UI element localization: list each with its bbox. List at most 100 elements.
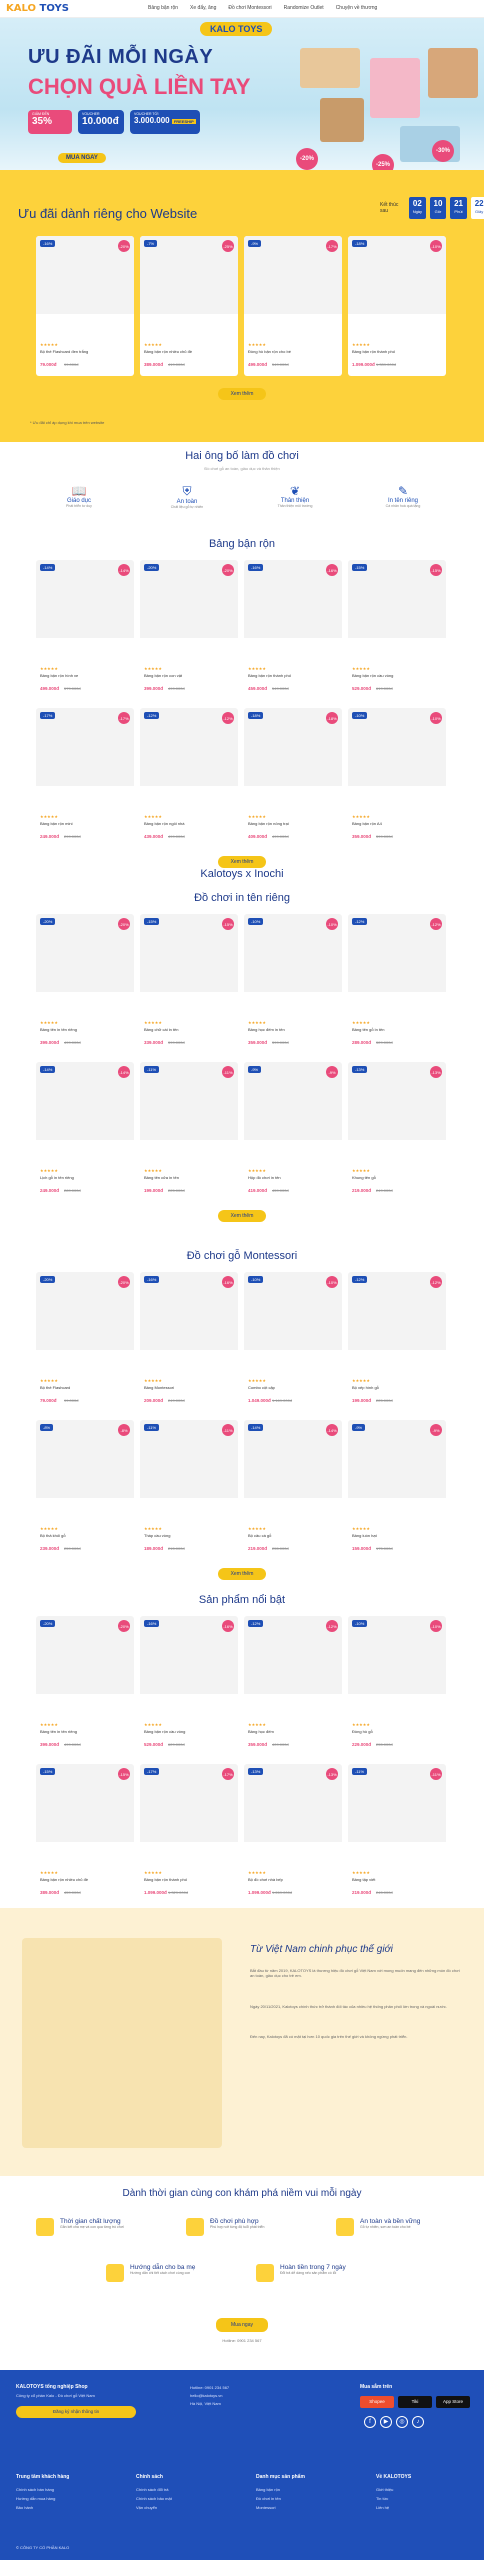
- hero-banner[interactable]: KALO TOYS ƯU ĐÃI MỖI NGÀY CHỌN QUÀ LIỀN …: [0, 18, 484, 170]
- product-card[interactable]: -7% -25% ★★★★★ Bảng bận rộn nhiều chủ đề 389…: [140, 236, 238, 376]
- see-more-button[interactable]: Xem thêm: [218, 856, 266, 868]
- youtube-icon[interactable]: ▶: [380, 2416, 392, 2428]
- product-card[interactable]: -11% -11% ★★★★★ Tháp cầu vồng 189.000đ 215.00…: [140, 1420, 238, 1560]
- product-card[interactable]: -11% -11% ★★★★★ Bảng tập viết 219.000đ 245.00…: [348, 1764, 446, 1904]
- product-name[interactable]: Bảng học đếm in tên: [248, 1027, 338, 1032]
- product-card[interactable]: -16% -16% ★★★★★ Bảng bận rộn thành phố 459.0…: [244, 560, 342, 700]
- product-name[interactable]: Bảng bận rộn hình xe: [40, 673, 130, 678]
- app-badge[interactable]: Tiki: [398, 2396, 432, 2408]
- product-name[interactable]: Hộp đồ chơi in tên: [248, 1175, 338, 1180]
- product-name[interactable]: Bộ câu cá gỗ: [248, 1533, 338, 1538]
- app-badge[interactable]: App Store: [436, 2396, 470, 2408]
- product-card[interactable]: -20% -20% ★★★★★ Bảng tên in tên riêng 399.00…: [36, 914, 134, 1054]
- instagram-icon[interactable]: ◎: [396, 2416, 408, 2428]
- product-card[interactable]: -10% -10% ★★★★★ Bảng học đếm in tên 359.000đ…: [244, 914, 342, 1054]
- product-name[interactable]: Bộ thẻ Flashcard đen trắng: [40, 349, 130, 354]
- register-button[interactable]: Đăng ký nhận thông tin: [16, 2406, 136, 2418]
- product-card[interactable]: -16% -16% ★★★★★ Bảng Montessori 209.000đ 249.…: [140, 1272, 238, 1412]
- product-name[interactable]: Bảng tập viết: [352, 1877, 442, 1882]
- nav-item[interactable]: Bảng bận rộn: [148, 5, 178, 11]
- product-name[interactable]: Bảng chữ cái in tên: [144, 1027, 234, 1032]
- product-card[interactable]: -15% -15% ★★★★★ Bảng bận rộn cầu vồng 529.00…: [348, 560, 446, 700]
- product-card[interactable]: -9% -17% ★★★★★ Đồng hồ bận rộn cho bé 499.00…: [244, 236, 342, 376]
- nav-item[interactable]: Đồ chơi Montessori: [228, 5, 271, 11]
- footer-link[interactable]: Tin tức: [376, 2495, 388, 2502]
- product-card[interactable]: -20% -20% ★★★★★ Bảng tên in tên riêng 399.00…: [36, 1616, 134, 1756]
- contact-line[interactable]: hello@kalotoys.vn: [190, 2392, 223, 2399]
- product-card[interactable]: -20% -20% ★★★★★ Bộ thẻ Flashcard 79.000đ 99.0…: [36, 1272, 134, 1412]
- product-name[interactable]: Bảng bận rộn cầu vồng: [352, 673, 442, 678]
- see-more-button[interactable]: Xem thêm: [218, 1568, 266, 1580]
- product-name[interactable]: Bảng Montessori: [144, 1385, 234, 1390]
- see-more-button[interactable]: Xem thêm: [218, 388, 266, 400]
- footer-link[interactable]: Đồ chơi in tên: [256, 2495, 281, 2502]
- footer-link[interactable]: Bảng bận rộn: [256, 2486, 280, 2493]
- product-name[interactable]: Bảng bận rộn nông trại: [248, 821, 338, 826]
- product-card[interactable]: -20% -20% ★★★★★ Bảng bận rộn con vật 399.000…: [140, 560, 238, 700]
- nav-item[interactable]: Chuyện về thương: [336, 5, 378, 11]
- footer-link[interactable]: Giới thiệu: [376, 2486, 393, 2493]
- product-card[interactable]: -14% -14% ★★★★★ Lịch gỗ in tên riêng 249.000…: [36, 1062, 134, 1202]
- product-name[interactable]: Bảng tên gỗ in tên: [352, 1027, 442, 1032]
- product-name[interactable]: Bảng bận rộn cầu vồng: [144, 1729, 234, 1734]
- product-name[interactable]: Tháp cầu vồng: [144, 1533, 234, 1538]
- product-card[interactable]: -8% -8% ★★★★★ Bộ thả khối gỗ 239.000đ 259.000…: [36, 1420, 134, 1560]
- product-card[interactable]: -16% -16% ★★★★★ Bảng bận rộn cầu vồng 529.00…: [140, 1616, 238, 1756]
- product-name[interactable]: Bảng tên in tên riêng: [40, 1027, 130, 1032]
- product-name[interactable]: Bảng bận rộn ngôi nhà: [144, 821, 234, 826]
- product-card[interactable]: -15% -15% ★★★★★ Bảng chữ cái in tên 339.000đ…: [140, 914, 238, 1054]
- product-name[interactable]: Combo cột cặp: [248, 1385, 338, 1390]
- product-name[interactable]: Đồng hồ bận rộn cho bé: [248, 349, 338, 354]
- product-name[interactable]: Bộ xếp hình gỗ: [352, 1385, 442, 1390]
- product-name[interactable]: Bộ thả khối gỗ: [40, 1533, 130, 1538]
- product-name[interactable]: Bộ thẻ Flashcard: [40, 1385, 130, 1390]
- nav-item[interactable]: Xe đẩy, ăng: [190, 5, 216, 11]
- footer-link[interactable]: Chính sách bảo mật: [136, 2495, 172, 2502]
- contact-line[interactable]: Hotline: 0901 234 567: [190, 2384, 229, 2391]
- product-card[interactable]: -13% -13% ★★★★★ Khung tên gỗ 219.000đ 249.000…: [348, 1062, 446, 1202]
- product-name[interactable]: Bảng bận rộn mini: [40, 821, 130, 826]
- product-card[interactable]: -12% -12% ★★★★★ Bộ xếp hình gỗ 199.000đ 225.0…: [348, 1272, 446, 1412]
- product-name[interactable]: Bảng bận rộn nhiều chủ đề: [144, 349, 234, 354]
- product-card[interactable]: -9% -9% ★★★★★ Bảng luồn hạt 159.000đ 175.000đ: [348, 1420, 446, 1560]
- buy-now-button[interactable]: MUA NGAY: [58, 153, 106, 163]
- facebook-icon[interactable]: f: [364, 2416, 376, 2428]
- product-name[interactable]: Bảng tên cửa in tên: [144, 1175, 234, 1180]
- product-card[interactable]: -11% -11% ★★★★★ Bảng tên cửa in tên 199.000đ…: [140, 1062, 238, 1202]
- contact-line[interactable]: Hà Nội, Việt Nam: [190, 2400, 221, 2407]
- product-card[interactable]: -12% -12% ★★★★★ Bảng học đếm 359.000đ 409.000…: [244, 1616, 342, 1756]
- product-name[interactable]: Bảng bận rộn thành phố: [352, 349, 442, 354]
- app-badge[interactable]: Shopee: [360, 2396, 394, 2408]
- product-card[interactable]: -17% -17% ★★★★★ Bảng bận rộn thành phố 1.099…: [140, 1764, 238, 1904]
- product-name[interactable]: Bảng bận rộn thành phố: [248, 673, 338, 678]
- cta-button[interactable]: Mua ngay: [216, 2318, 268, 2332]
- product-card[interactable]: -17% -17% ★★★★★ Bảng bận rộn mini 249.000đ 29…: [36, 708, 134, 848]
- product-name[interactable]: Bảng bận rộn nhiều chủ đề: [40, 1877, 130, 1882]
- logo[interactable]: KALO TOYS: [6, 3, 69, 14]
- product-card[interactable]: -10% -10% ★★★★★ Combo cột cặp 1.049.000đ 1.16…: [244, 1272, 342, 1412]
- product-card[interactable]: -12% -12% ★★★★★ Bảng bận rộn ngôi nhà 439.00…: [140, 708, 238, 848]
- product-card[interactable]: -15% -15% ★★★★★ Bảng bận rộn nhiều chủ đề 38…: [36, 1764, 134, 1904]
- product-card[interactable]: -10% -10% ★★★★★ Đồng hồ gỗ 229.000đ 255.000đ: [348, 1616, 446, 1756]
- see-more-button[interactable]: Xem thêm: [218, 1210, 266, 1222]
- product-card[interactable]: -10% -10% ★★★★★ Bảng bận rộn A4 359.000đ 399.…: [348, 708, 446, 848]
- product-name[interactable]: Bảng luồn hạt: [352, 1533, 442, 1538]
- footer-link[interactable]: Bảo hành: [16, 2504, 33, 2511]
- tiktok-icon[interactable]: ♪: [412, 2416, 424, 2428]
- product-name[interactable]: Lịch gỗ in tên riêng: [40, 1175, 130, 1180]
- footer-link[interactable]: Montessori: [256, 2504, 276, 2511]
- product-card[interactable]: -12% -12% ★★★★★ Bảng tên gỗ in tên 289.000đ 3…: [348, 914, 446, 1054]
- product-card[interactable]: -13% -13% ★★★★★ Bộ đồ chơi nhà bếp 1.099.000…: [244, 1764, 342, 1904]
- product-name[interactable]: Bảng bận rộn A4: [352, 821, 442, 826]
- product-name[interactable]: Bảng tên in tên riêng: [40, 1729, 130, 1734]
- product-name[interactable]: Khung tên gỗ: [352, 1175, 442, 1180]
- footer-link[interactable]: Vận chuyển: [136, 2504, 157, 2511]
- product-card[interactable]: -14% -14% ★★★★★ Bảng bận rộn hình xe 499.000…: [36, 560, 134, 700]
- footer-link[interactable]: Chính sách đổi trả: [136, 2486, 168, 2493]
- footer-link[interactable]: Hướng dẫn mua hàng: [16, 2495, 55, 2502]
- product-name[interactable]: Bảng bận rộn con vật: [144, 673, 234, 678]
- product-name[interactable]: Đồng hồ gỗ: [352, 1729, 442, 1734]
- footer-link[interactable]: Liên hệ: [376, 2504, 389, 2511]
- product-card[interactable]: -9% -9% ★★★★★ Hộp đồ chơi in tên 419.000đ 459…: [244, 1062, 342, 1202]
- product-card[interactable]: -16% -20% ★★★★★ Bộ thẻ Flashcard đen trắng 7…: [36, 236, 134, 376]
